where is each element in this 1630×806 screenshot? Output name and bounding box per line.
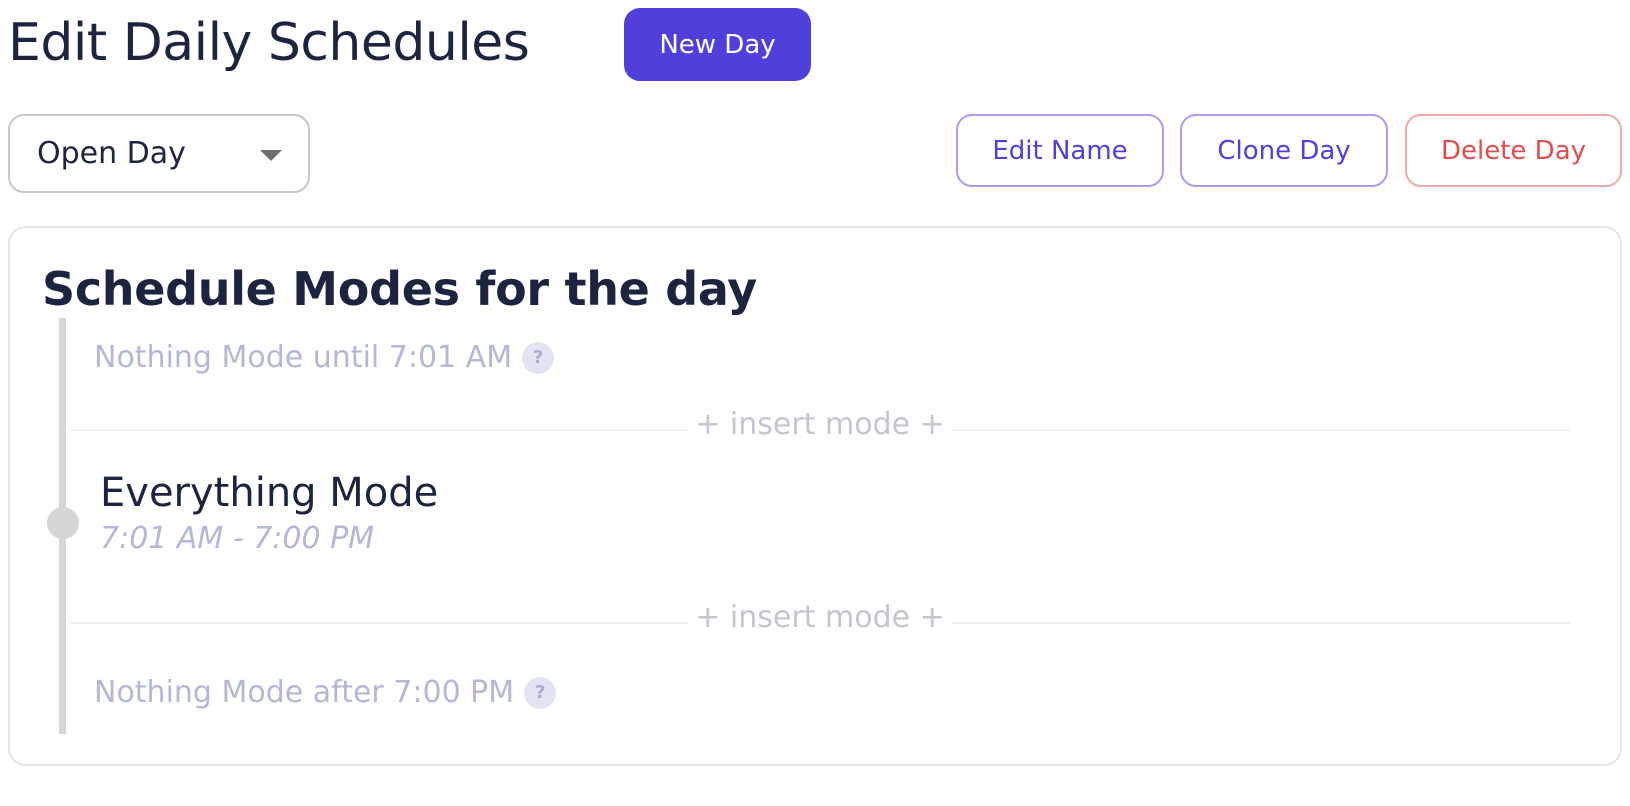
help-icon[interactable]: ?	[522, 341, 555, 374]
help-icon[interactable]: ?	[524, 676, 557, 709]
page: Edit Daily Schedules New Day Open Day Ed…	[0, 0, 1630, 806]
nothing-mode-before-text: Nothing Mode until 7:01 AM	[94, 340, 513, 375]
insert-mode-label: + insert mode +	[689, 407, 951, 442]
insert-divider: + insert mode +	[70, 407, 1570, 442]
page-title: Edit Daily Schedules	[8, 13, 530, 73]
insert-mode-link[interactable]: + insert mode +	[70, 600, 1570, 635]
edit-name-button[interactable]: Edit Name	[956, 114, 1164, 187]
schedule-modes-card: Schedule Modes for the day Nothing Mode …	[8, 226, 1622, 766]
day-select-dropdown[interactable]: Open Day	[8, 114, 310, 193]
mode-name[interactable]: Everything Mode	[100, 468, 438, 518]
delete-day-button[interactable]: Delete Day	[1405, 114, 1622, 187]
timeline-dot	[47, 507, 79, 539]
clone-day-button[interactable]: Clone Day	[1180, 114, 1388, 187]
nothing-mode-before: Nothing Mode until 7:01 AM ?	[94, 340, 555, 375]
insert-mode-label: + insert mode +	[689, 600, 951, 635]
new-day-button[interactable]: New Day	[624, 8, 811, 81]
insert-mode-link[interactable]: + insert mode +	[70, 407, 1570, 442]
card-title: Schedule Modes for the day	[42, 262, 757, 316]
nothing-mode-after-text: Nothing Mode after 7:00 PM	[94, 675, 515, 710]
chevron-down-icon	[260, 150, 282, 161]
day-select-value: Open Day	[37, 136, 186, 171]
nothing-mode-after: Nothing Mode after 7:00 PM ?	[94, 675, 557, 710]
mode-time-range: 7:01 AM - 7:00 PM	[100, 521, 375, 556]
insert-divider: + insert mode +	[70, 600, 1570, 635]
